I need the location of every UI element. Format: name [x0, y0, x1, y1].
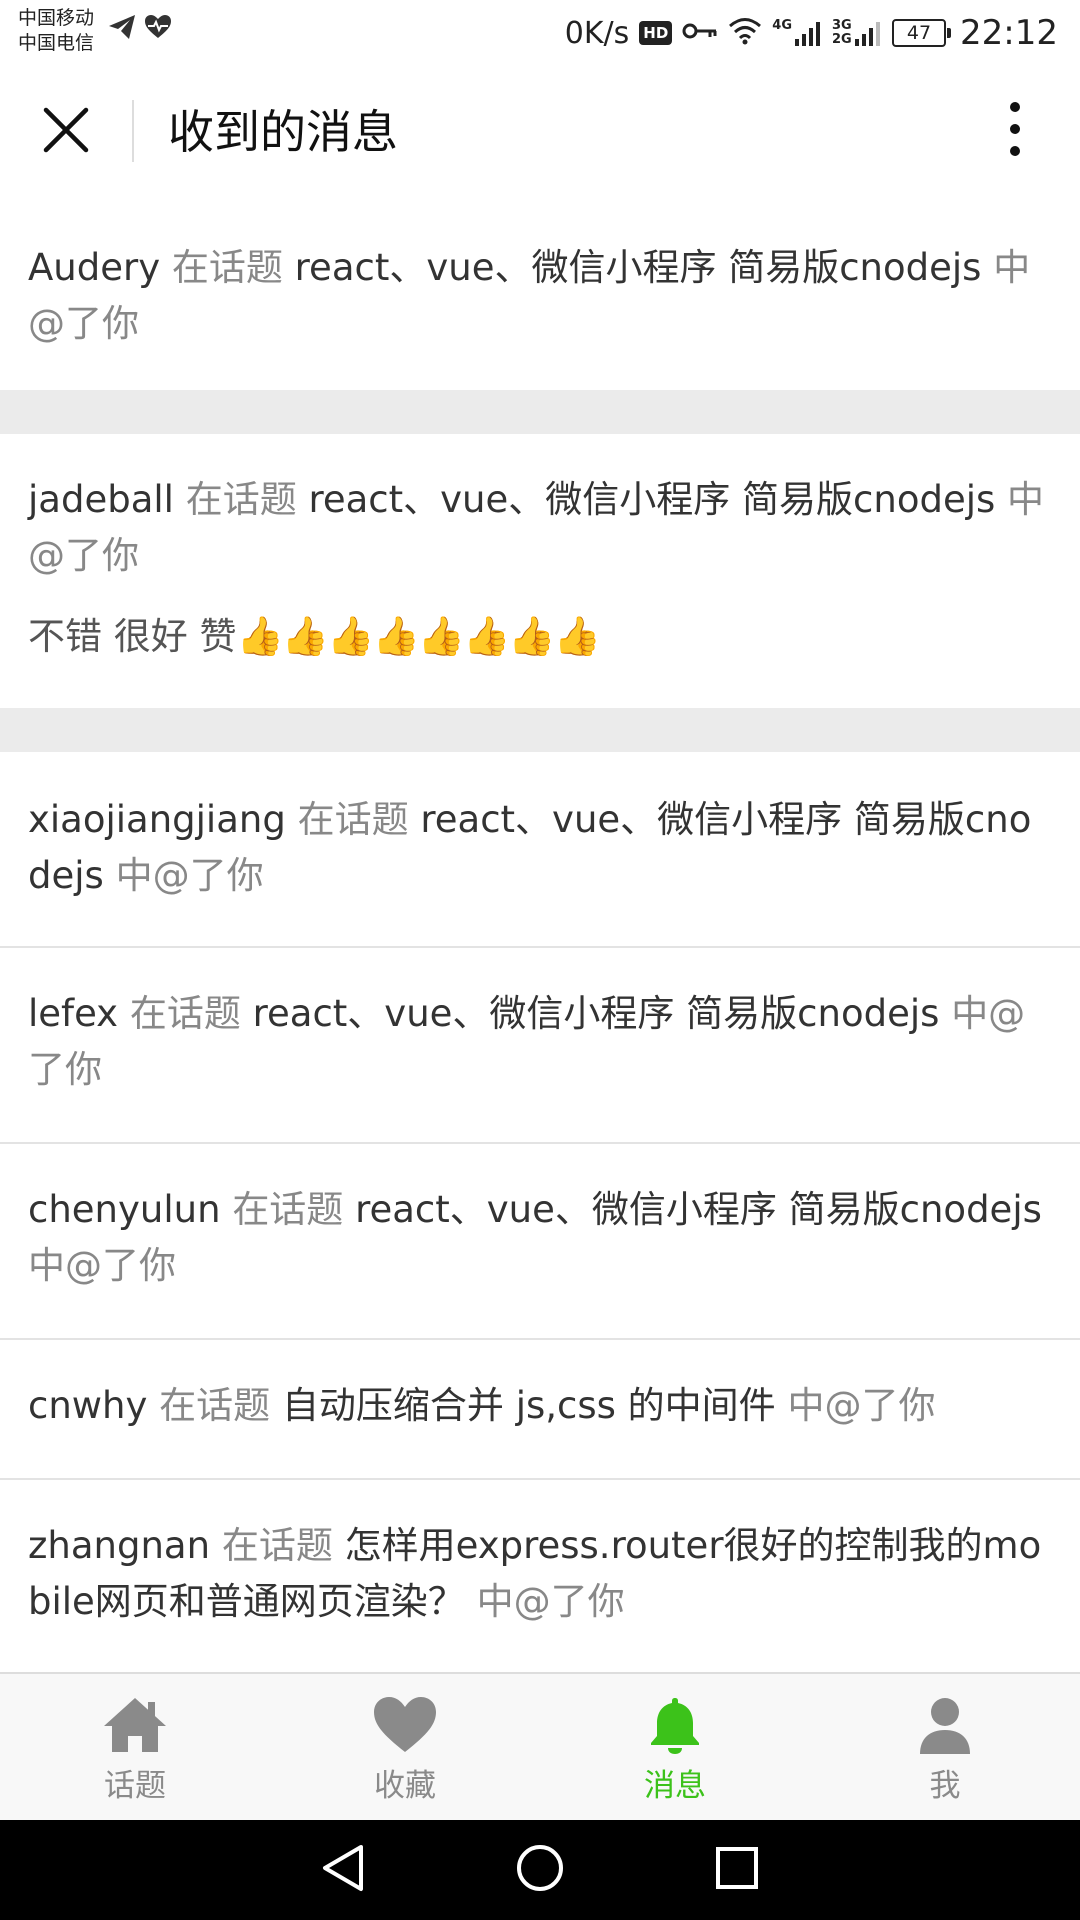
message-user[interactable]: Audery: [28, 246, 160, 289]
thumbs-up-emoji: 👍👍👍👍👍👍👍👍: [236, 614, 602, 658]
bottom-tab-bar: 话题 收藏 消息 我: [0, 1672, 1080, 1822]
close-icon: [43, 107, 89, 157]
carrier-info: 中国移动 中国电信: [18, 6, 94, 56]
message-pre: 在话题: [297, 798, 409, 841]
telegram-icon: [108, 14, 136, 44]
system-nav-bar: [0, 1820, 1080, 1920]
message-pre: 在话题: [159, 1384, 271, 1427]
message-topic[interactable]: react、vue、微信小程序 简易版cnodejs: [295, 246, 982, 289]
message-pre: 在话题: [171, 246, 283, 289]
tab-label: 我: [929, 1768, 961, 1804]
user-icon: [912, 1696, 978, 1758]
recents-square-icon[interactable]: [715, 1846, 759, 1894]
tab-messages[interactable]: 消息: [540, 1674, 810, 1822]
status-right: 0K/s HD 4G 3G 2G 47 22:12: [565, 8, 1058, 58]
clock: 22:12: [960, 13, 1058, 53]
signal-4g-icon: 4G: [772, 19, 822, 47]
more-button[interactable]: [980, 96, 1050, 166]
wifi-icon: [728, 17, 762, 49]
app-header: 收到的消息: [0, 66, 1080, 196]
message-item[interactable]: chenyulun 在话题 react、vue、微信小程序 简易版cnodejs…: [0, 1144, 1080, 1338]
message-pre: 在话题: [129, 992, 241, 1035]
message-topic[interactable]: 自动压缩合并 js,css 的中间件: [282, 1384, 776, 1427]
tab-favorites[interactable]: 收藏: [270, 1674, 540, 1822]
message-pre: 在话题: [232, 1188, 344, 1231]
close-button[interactable]: [30, 96, 102, 168]
message-user[interactable]: cnwhy: [28, 1384, 147, 1427]
section-gap: [0, 390, 1080, 434]
message-user[interactable]: jadeball: [28, 478, 174, 521]
message-post: 中@了你: [787, 1384, 936, 1427]
message-pre: 在话题: [221, 1524, 333, 1567]
message-item[interactable]: Audery 在话题 react、vue、微信小程序 简易版cnodejs 中@…: [0, 196, 1080, 390]
message-item[interactable]: cnwhy 在话题 自动压缩合并 js,css 的中间件 中@了你: [0, 1340, 1080, 1478]
message-item[interactable]: zhangnan 在话题 怎样用express.router很好的控制我的mob…: [0, 1480, 1080, 1674]
key-icon: [682, 21, 718, 45]
message-reply: 不错 很好 赞👍👍👍👍👍👍👍👍: [28, 608, 1052, 665]
message-item[interactable]: jadeball 在话题 react、vue、微信小程序 简易版cnodejs …: [0, 434, 1080, 708]
message-item[interactable]: xiaojiangjiang 在话题 react、vue、微信小程序 简易版cn…: [0, 752, 1080, 946]
message-topic[interactable]: react、vue、微信小程序 简易版cnodejs: [308, 478, 995, 521]
signal-4g-label: 4G: [772, 18, 793, 33]
message-list: Audery 在话题 react、vue、微信小程序 简易版cnodejs 中@…: [0, 196, 1080, 1674]
message-topic[interactable]: react、vue、微信小程序 简易版cnodejs: [253, 992, 940, 1035]
signal-3g-2g-icon: 3G 2G: [832, 19, 882, 47]
tab-me[interactable]: 我: [810, 1674, 1080, 1822]
carrier-2: 中国电信: [18, 32, 95, 54]
message-post: 中@了你: [28, 1244, 176, 1287]
message-pre: 在话题: [185, 478, 297, 521]
tab-label: 收藏: [374, 1768, 436, 1804]
battery-icon: 47: [892, 19, 952, 47]
signal-3g-2g-label: 3G 2G: [832, 18, 852, 47]
network-speed: 0K/s: [564, 15, 630, 51]
back-triangle-icon[interactable]: [321, 1844, 365, 1896]
bell-icon: [642, 1696, 708, 1758]
message-topic[interactable]: react、vue、微信小程序 简易版cnodejs: [355, 1188, 1042, 1231]
tab-label: 消息: [644, 1768, 706, 1804]
header-divider: [132, 100, 134, 162]
message-user[interactable]: xiaojiangjiang: [28, 798, 286, 841]
status-left-icons: [108, 14, 172, 44]
status-bar: 中国移动 中国电信 0K/s HD 4G 3G 2G 47 22:12: [0, 0, 1080, 66]
section-gap: [0, 708, 1080, 752]
tab-topics[interactable]: 话题: [0, 1674, 270, 1822]
message-post: 中@了你: [115, 854, 264, 897]
page-title: 收到的消息: [168, 105, 398, 159]
message-user[interactable]: chenyulun: [28, 1188, 221, 1231]
reply-text: 不错 很好 赞: [28, 615, 237, 658]
heart-icon: [372, 1696, 438, 1758]
carrier-1: 中国移动: [18, 7, 95, 29]
message-post: 中@了你: [476, 1580, 625, 1623]
home-circle-icon[interactable]: [515, 1843, 565, 1897]
more-vertical-icon: [1009, 101, 1021, 161]
message-user[interactable]: lefex: [28, 992, 118, 1035]
health-heart-icon: [144, 14, 172, 44]
message-user[interactable]: zhangnan: [28, 1524, 210, 1567]
home-icon: [102, 1696, 168, 1758]
hd-icon: HD: [639, 21, 673, 45]
tab-label: 话题: [104, 1768, 166, 1804]
message-item[interactable]: lefex 在话题 react、vue、微信小程序 简易版cnodejs 中@了…: [0, 948, 1080, 1142]
